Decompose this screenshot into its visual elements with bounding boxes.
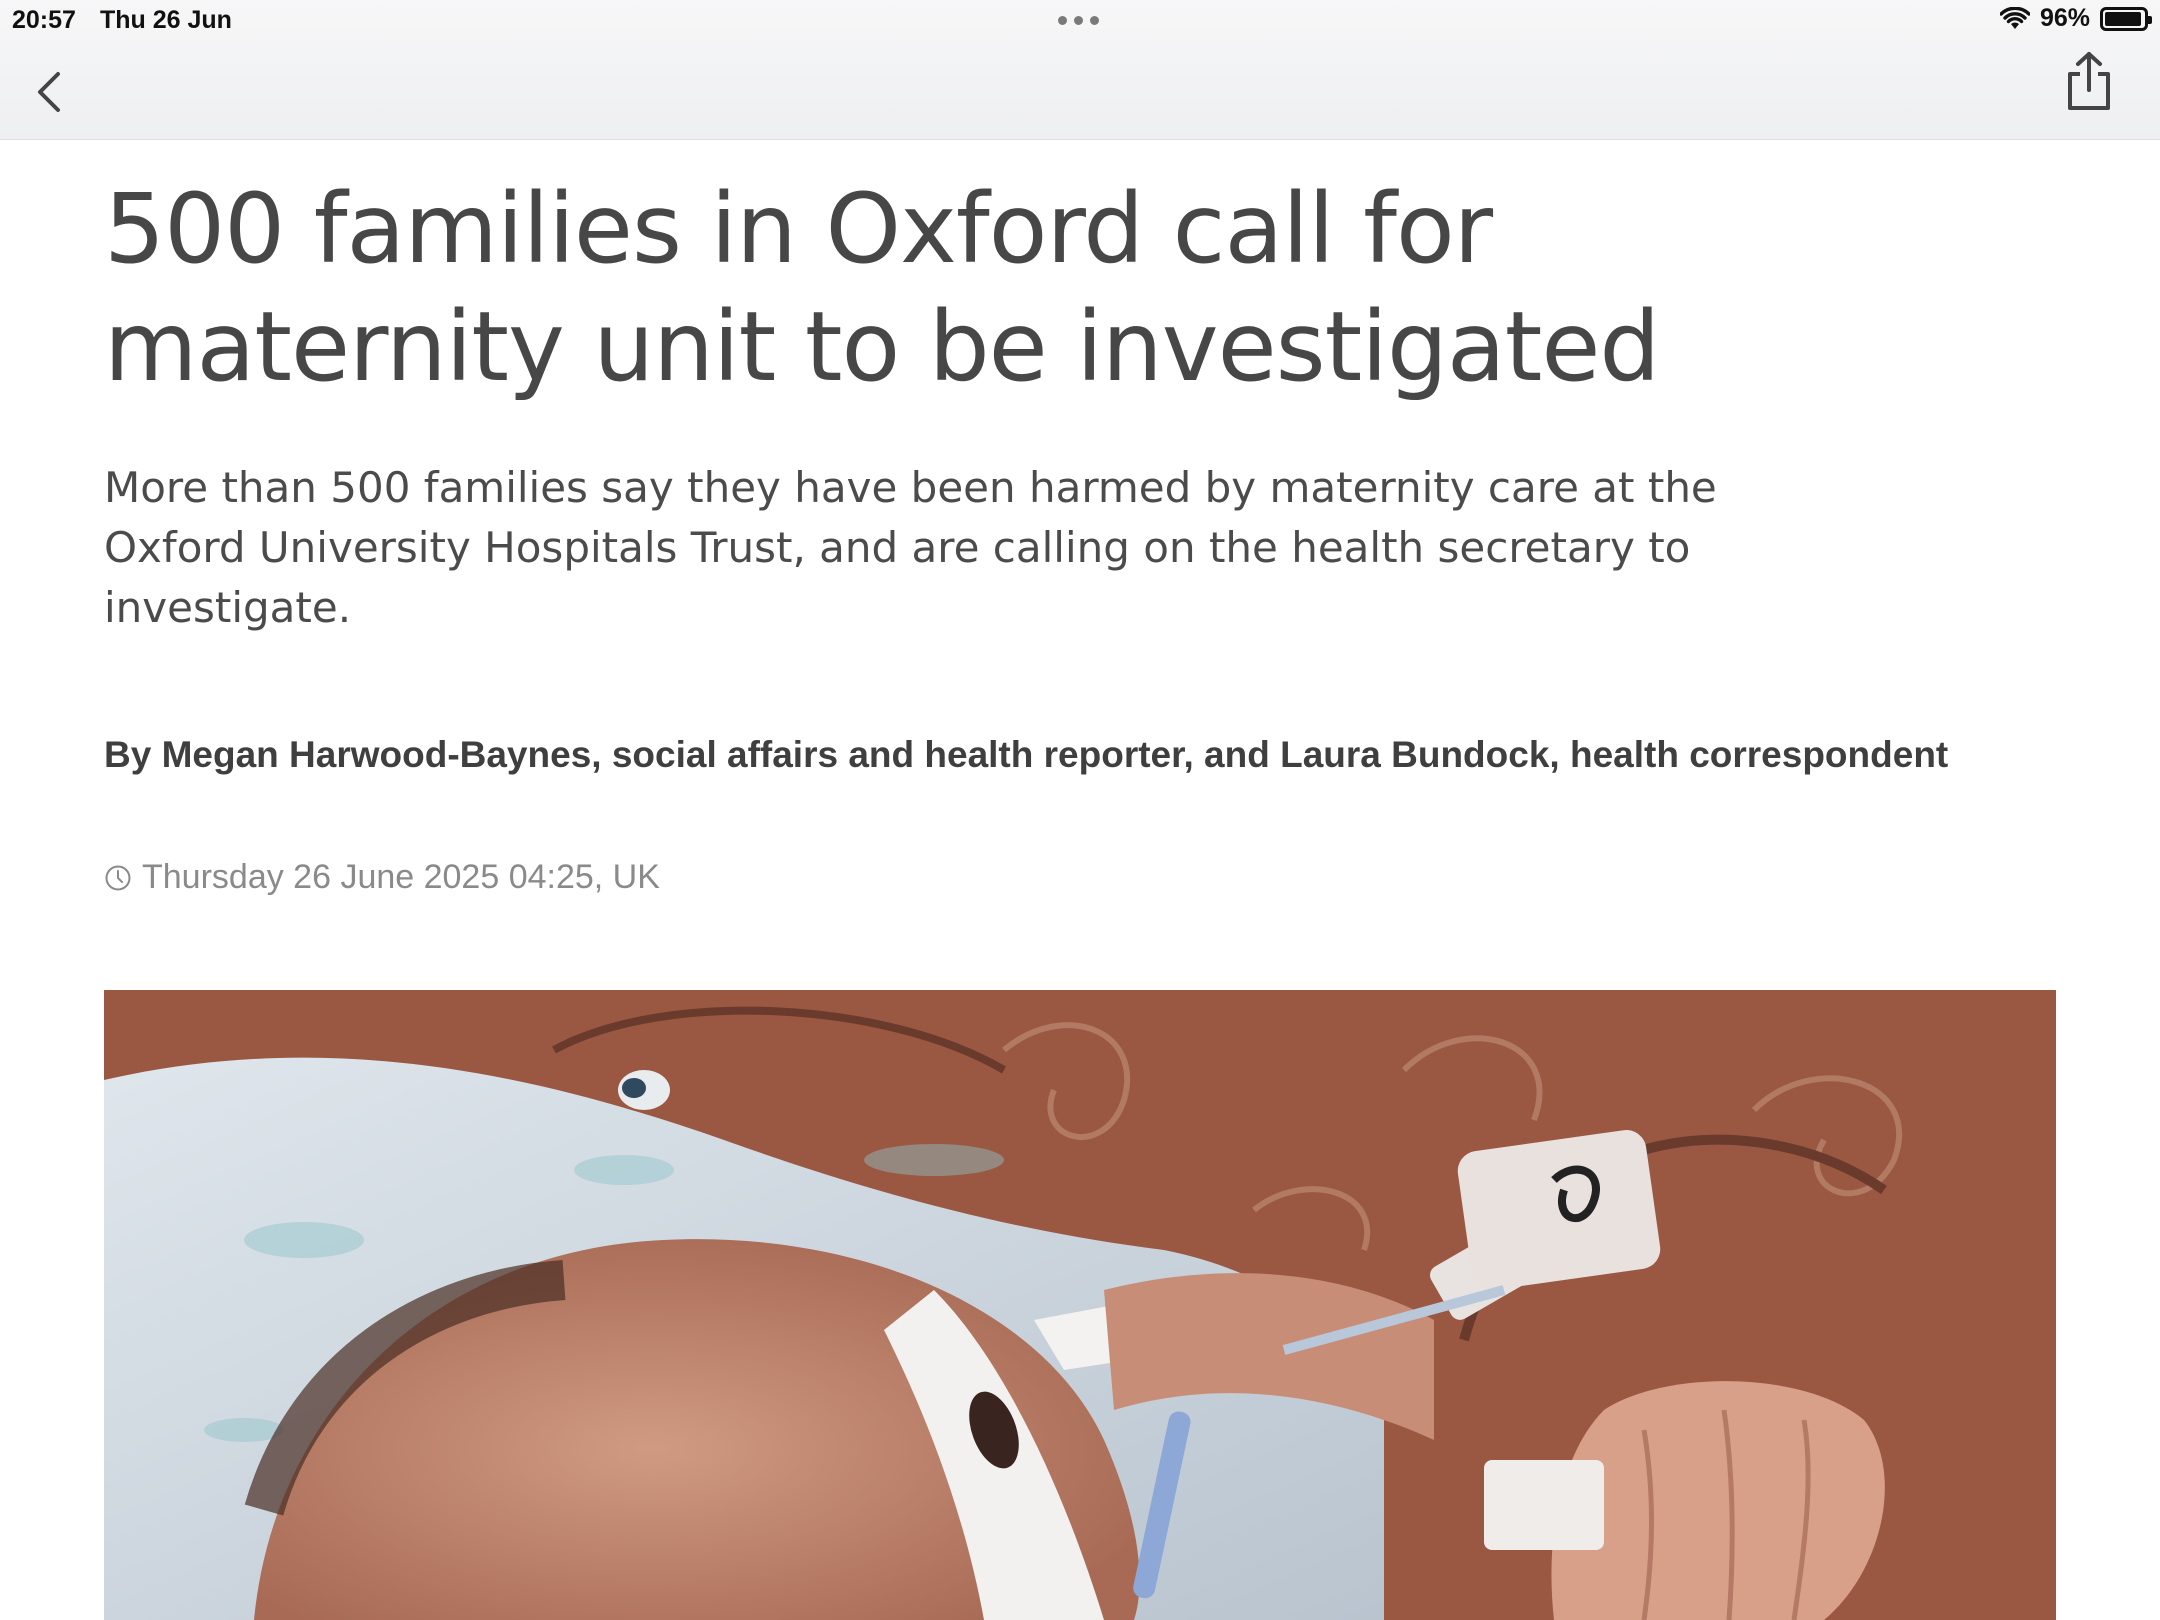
article-standfirst: More than 500 families say they have bee…: [104, 463, 1717, 632]
multitasking-dots-icon[interactable]: [1058, 16, 1099, 25]
article-headline: 500 families in Oxford call for maternit…: [104, 173, 1660, 403]
battery-percentage: 96%: [2039, 4, 2090, 32]
status-indicators: 96%: [1999, 4, 2152, 33]
battery-level: [2105, 11, 2142, 26]
battery-icon: [2100, 6, 2152, 31]
browser-toolbar: 20:57 Thu 26 Jun 96%: [0, 0, 2160, 140]
clock-icon: [105, 865, 131, 890]
article-byline: By Megan Harwood-Baynes, social affairs …: [104, 734, 1949, 775]
status-time: 20:57: [12, 6, 76, 34]
timestamp-text: Thursday 26 June 2025 04:25, UK: [142, 858, 660, 896]
share-button[interactable]: [2062, 50, 2116, 114]
newborn-in-incubator-photo: [104, 990, 2056, 1620]
article-timestamp: Thursday 26 June 2025 04:25, UK: [104, 858, 2064, 897]
wifi-icon: [1999, 6, 2030, 29]
article: 500 families in Oxford call for maternit…: [104, 170, 2064, 897]
status-date: Thu 26 Jun: [100, 6, 232, 34]
article-hero-image[interactable]: [104, 990, 2056, 1620]
back-button[interactable]: [28, 66, 72, 118]
